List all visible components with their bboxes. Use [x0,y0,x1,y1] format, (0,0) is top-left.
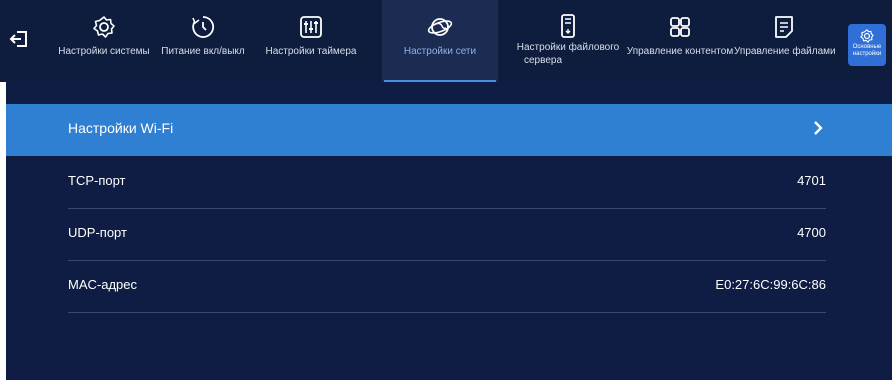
mac-address-row: MAC-адрес E0:27:6C:99:6C:86 [68,260,826,313]
udp-port-label: UDP-порт [68,225,127,240]
gear-icon [93,16,115,38]
side-button-label-line1: Основные [852,44,882,50]
tab-label-line2: сервера [524,55,563,66]
back-exit-icon [9,31,27,47]
main-settings-button[interactable]: Основные настройки [848,24,886,66]
tab-label: Настройки сети [403,46,477,57]
tab-power-on-off[interactable]: Питание вкл/выкл [155,0,251,82]
tab-network-settings[interactable]: Настройки сети [382,0,498,82]
tab-label: Настройки таймера [265,46,357,57]
side-button-label-line2: настройки [852,51,882,57]
tab-label: Управление контентом [626,46,734,57]
top-navigation-bar: Настройки системы Питание вкл/выкл Настр… [0,0,892,82]
server-icon [561,14,575,38]
tab-content-management[interactable]: Управление контентом [626,0,734,82]
document-icon [775,16,793,38]
tab-label: Управление файлами [734,46,836,57]
network-globe-icon [427,18,453,36]
tab-system-settings[interactable]: Настройки системы [56,0,152,82]
sliders-icon [300,16,322,38]
power-timer-icon [192,16,215,38]
tab-label: Питание вкл/выкл [161,46,245,57]
mac-address-label: MAC-адрес [68,277,137,292]
wifi-settings-label: Настройки Wi-Fi [68,120,174,136]
udp-port-row: UDP-порт 4700 [68,208,826,261]
grid-icon [670,17,690,37]
tcp-port-value: 4701 [797,173,826,188]
udp-port-value: 4700 [797,225,826,240]
mac-address-value: E0:27:6C:99:6C:86 [715,277,826,292]
tab-label-line1: Настройки файлового [516,42,620,53]
chevron-right-icon [814,121,823,135]
tab-timer-settings[interactable]: Настройки таймера [256,0,366,82]
back-button[interactable] [8,28,30,50]
network-settings-panel: Настройки Wi-Fi TCP-порт 4701 UDP-порт 4… [6,82,892,380]
tab-label: Настройки системы [58,46,150,57]
tcp-port-row: TCP-порт 4701 [68,156,826,209]
tcp-port-label: TCP-порт [68,173,126,188]
tab-file-management[interactable]: Управление файлами [734,0,836,82]
wifi-settings-row[interactable]: Настройки Wi-Fi [6,104,892,156]
tab-file-server-settings[interactable]: Настройки файлового сервера [510,0,626,82]
app-window: Настройки системы Питание вкл/выкл Настр… [0,0,892,380]
gear-icon [860,29,874,43]
